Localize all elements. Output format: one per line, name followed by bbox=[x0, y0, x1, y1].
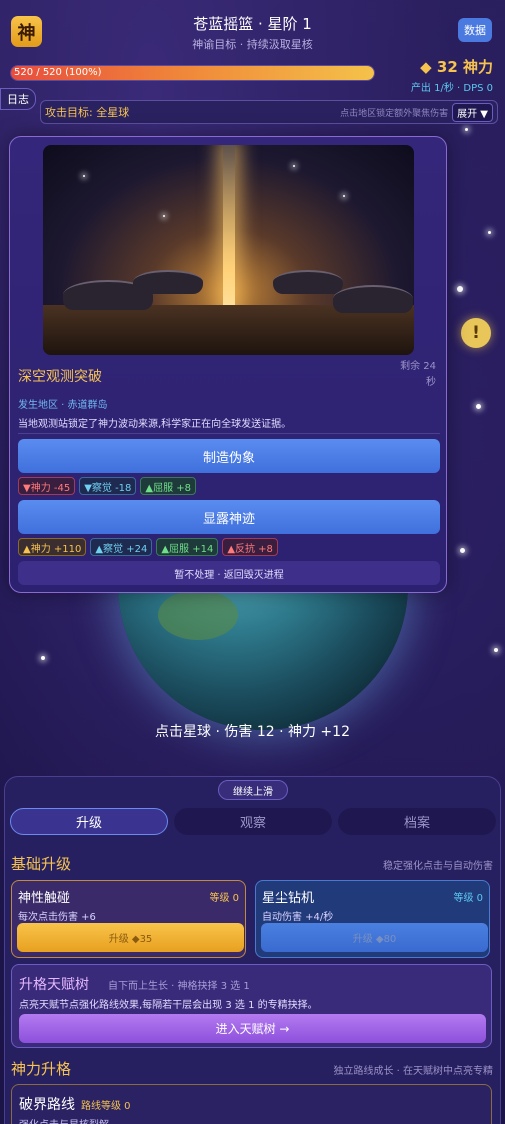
upgrade-level: 等级 0 bbox=[209, 893, 239, 904]
upgrade-card-divine-touch: 神性触碰 等级 0 每次点击伤害 +6 升级 ◆35 bbox=[11, 880, 246, 958]
talent-subtitle: 自下而上生长 · 神格抉择 3 选 1 bbox=[108, 981, 250, 992]
star bbox=[163, 215, 165, 217]
upgrade-level: 等级 0 bbox=[453, 893, 483, 904]
alert-icon[interactable]: ! bbox=[461, 318, 491, 348]
star bbox=[460, 548, 465, 553]
production-rate: 产出 1/秒 · DPS 0 bbox=[410, 83, 493, 94]
talent-title: 升格天赋树 bbox=[19, 977, 89, 993]
fake-phenomenon-button[interactable]: 制造伪象 bbox=[18, 439, 440, 473]
tab-observe[interactable]: 观察 bbox=[174, 808, 332, 835]
radio-dish bbox=[133, 270, 203, 294]
data-button[interactable]: 数据 bbox=[458, 18, 492, 42]
upgrade-name: 星尘钻机 bbox=[262, 891, 315, 906]
route-desc: 强化点击与星核裂解 bbox=[19, 1116, 109, 1124]
star bbox=[343, 195, 345, 197]
attack-target-label: 攻击目标: 全星球 bbox=[45, 106, 130, 119]
log-button[interactable]: 日志 bbox=[0, 88, 36, 110]
click-hint: 点击星球 · 伤害 12 · 神力 +12 bbox=[155, 724, 350, 740]
effect-tag: ▲神力 +110 bbox=[18, 538, 87, 556]
option2-effects: ▲神力 +110 ▲察觉 +24 ▲屈服 +14 ▲反抗 +8 bbox=[18, 538, 278, 556]
star bbox=[488, 231, 491, 234]
page-subtitle: 神谕目标 · 持续汲取星核 bbox=[192, 38, 313, 51]
tab-upgrade[interactable]: 升级 bbox=[10, 808, 168, 835]
event-card: 深空观测突破 剩余 24 秒 发生地区 · 赤道群岛 当地观测站锁定了神力波动来… bbox=[9, 136, 447, 593]
reveal-miracle-button[interactable]: 显露神迹 bbox=[18, 500, 440, 534]
upgrade-button[interactable]: 升级 ◆35 bbox=[17, 923, 244, 952]
expand-button[interactable]: 展开 ▼ bbox=[452, 102, 493, 122]
route-card[interactable]: 破界路线 路线等级 0 强化点击与星核裂解 bbox=[11, 1084, 492, 1124]
enter-talent-tree-button[interactable]: 进入天赋树 → bbox=[19, 1014, 486, 1043]
radio-dish bbox=[333, 285, 413, 313]
event-timer: 剩余 24 秒 bbox=[400, 361, 436, 388]
divine-power-counter: ◆ 32 神力 bbox=[420, 58, 493, 76]
star bbox=[41, 656, 45, 660]
attack-target-bar[interactable]: 攻击目标: 全星球 点击地区锁定额外聚焦伤害 展开 ▼ bbox=[40, 100, 498, 124]
route-level: 路线等级 0 bbox=[81, 1101, 131, 1112]
option1-effects: ▼神力 -45 ▼察觉 -18 ▲屈服 +8 bbox=[18, 477, 197, 495]
panel-tabs: 升级 观察 档案 bbox=[10, 808, 496, 835]
skip-event-button[interactable]: 暂不处理 · 返回毁灭进程 bbox=[18, 561, 440, 585]
swipe-up-hint[interactable]: 继续上滑 bbox=[218, 780, 288, 800]
upgrade-desc: 每次点击伤害 +6 bbox=[18, 912, 96, 923]
star bbox=[457, 286, 463, 292]
effect-tag: ▲屈服 +8 bbox=[140, 477, 197, 495]
divine-ascension-title: 神力升格 bbox=[11, 1060, 72, 1078]
upgrade-button[interactable]: 升级 ◆80 bbox=[261, 923, 488, 952]
upgrade-name: 神性触碰 bbox=[18, 891, 71, 906]
upgrade-desc: 自动伤害 +4/秒 bbox=[262, 912, 334, 923]
effect-tag: ▲屈服 +14 bbox=[156, 538, 219, 556]
star bbox=[476, 404, 481, 409]
tab-archive[interactable]: 档案 bbox=[338, 808, 496, 835]
effect-tag: ▼神力 -45 bbox=[18, 477, 76, 495]
radio-dish bbox=[273, 270, 343, 294]
divine-ascension-hint: 独立路线成长 · 在天赋树中点亮专精 bbox=[333, 1066, 493, 1077]
basic-upgrade-title: 基础升级 bbox=[11, 855, 72, 873]
attack-target-hint: 点击地区锁定额外聚焦伤害 bbox=[340, 108, 449, 119]
upgrade-card-stardust-drill: 星尘钻机 等级 0 自动伤害 +4/秒 升级 ◆80 bbox=[255, 880, 490, 958]
hp-text: 520 / 520 (100%) bbox=[14, 67, 102, 78]
star bbox=[293, 165, 295, 167]
page-title: 苍蓝摇篮 · 星阶 1 bbox=[193, 15, 312, 33]
star bbox=[494, 648, 498, 652]
event-region: 发生地区 · 赤道群岛 bbox=[18, 400, 108, 411]
basic-upgrade-hint: 稳定强化点击与自动伤害 bbox=[383, 861, 493, 872]
star bbox=[83, 175, 85, 177]
talent-desc: 点亮天赋节点强化路线效果,每隔若干层会出现 3 选 1 的专精抉择。 bbox=[19, 1000, 318, 1011]
effect-tag: ▲反抗 +8 bbox=[222, 538, 278, 556]
route-name: 破界路线 bbox=[19, 1097, 75, 1113]
event-title: 深空观测突破 bbox=[18, 369, 102, 385]
event-description: 当地观测站锁定了神力波动来源,科学家正在向全球发送证据。 bbox=[18, 419, 292, 430]
event-image bbox=[43, 145, 414, 355]
planet-hp-bar: 520 / 520 (100%) bbox=[10, 65, 375, 81]
star bbox=[465, 128, 468, 131]
talent-tree-card: 升格天赋树 自下而上生长 · 神格抉择 3 选 1 点亮天赋节点强化路线效果,每… bbox=[11, 964, 492, 1048]
effect-tag: ▲察觉 +24 bbox=[90, 538, 153, 556]
effect-tag: ▼察觉 -18 bbox=[79, 477, 137, 495]
divider bbox=[18, 433, 440, 434]
